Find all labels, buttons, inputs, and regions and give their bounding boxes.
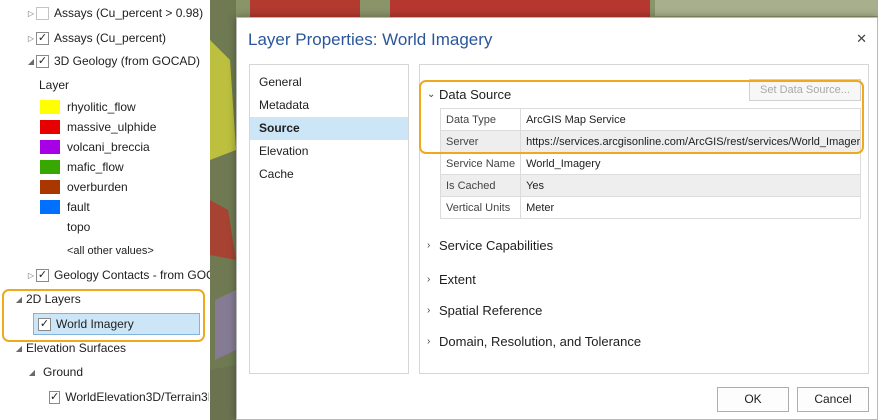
close-icon[interactable]: ✕ <box>856 31 867 47</box>
visibility-checkbox[interactable] <box>36 6 49 20</box>
legend-swatch <box>40 200 60 214</box>
legend-label: overburden <box>67 180 128 194</box>
layer-properties-dialog: Layer Properties: World Imagery ✕ Genera… <box>236 17 878 420</box>
highlight-callout <box>2 289 205 342</box>
layer-label: 3D Geology (from GOCAD) <box>54 54 201 68</box>
legend-label: fault <box>67 200 90 214</box>
table-row: Is Cached Yes <box>439 174 862 197</box>
layer-assays-cu[interactable]: ▷ ✓ Assays (Cu_percent) <box>26 27 166 49</box>
collapse-arrow-icon[interactable]: ◢ <box>14 344 24 353</box>
cancel-button[interactable]: Cancel <box>797 387 869 412</box>
legend-item: rhyolitic_flow <box>40 96 136 118</box>
layer-label: WorldElevation3D/Terrain3D <box>65 390 209 404</box>
layer-assays-cu-gt-0-98[interactable]: ▷ Assays (Cu_percent > 0.98) <box>26 2 203 24</box>
chevron-right-icon: › <box>427 305 431 316</box>
legend-label: massive_ulphide <box>67 120 157 134</box>
legend-item: mafic_flow <box>40 156 124 178</box>
property-key: Is Cached <box>439 174 522 197</box>
contents-pane: ▷ Assays (Cu_percent > 0.98) ▷ ✓ Assays … <box>0 0 210 420</box>
dialog-title: Layer Properties: World Imagery <box>248 30 493 49</box>
property-key: Vertical Units <box>439 196 522 219</box>
layer-world-elevation[interactable]: ✓ WorldElevation3D/Terrain3D <box>49 386 209 408</box>
collapse-arrow-icon[interactable]: ◢ <box>26 57 36 66</box>
group-label: Elevation Surfaces <box>26 341 127 355</box>
property-key: Service Name <box>439 152 522 175</box>
group-label: Ground <box>43 365 84 379</box>
chevron-right-icon: › <box>427 274 431 285</box>
property-value: World_Imagery <box>520 152 862 175</box>
nav-general[interactable]: General <box>250 71 408 94</box>
legend-swatch <box>40 100 60 114</box>
legend-item: <all other values> <box>67 240 154 262</box>
ok-button[interactable]: OK <box>717 387 789 412</box>
highlight-callout <box>419 80 864 154</box>
legend-label: <all other values> <box>67 245 154 257</box>
legend-label: rhyolitic_flow <box>67 100 136 114</box>
section-domain-resolution-tolerance[interactable]: › Domain, Resolution, and Tolerance <box>427 334 641 349</box>
property-value: Meter <box>520 196 862 219</box>
section-label: Extent <box>439 272 476 287</box>
layer-geology-contacts[interactable]: ▷ ✓ Geology Contacts - from GOCAD <box>26 264 210 286</box>
legend-item: massive_ulphide <box>40 116 156 138</box>
legend-swatch <box>40 120 60 134</box>
section-service-capabilities[interactable]: › Service Capabilities <box>427 238 553 253</box>
section-label: Service Capabilities <box>439 238 554 253</box>
legend-item: topo <box>67 216 90 238</box>
section-extent[interactable]: › Extent <box>427 272 476 287</box>
nav-cache[interactable]: Cache <box>250 163 408 186</box>
legend-item: fault <box>40 196 90 218</box>
section-spatial-reference[interactable]: › Spatial Reference <box>427 303 542 318</box>
visibility-checkbox[interactable]: ✓ <box>36 31 49 45</box>
expand-arrow-icon[interactable]: ▷ <box>26 9 36 18</box>
collapse-arrow-icon[interactable]: ◢ <box>27 368 37 377</box>
legend-label: topo <box>67 220 91 234</box>
legend-item: overburden <box>40 176 128 198</box>
expand-arrow-icon[interactable]: ▷ <box>26 271 36 280</box>
section-label: Domain, Resolution, and Tolerance <box>439 334 642 349</box>
visibility-checkbox[interactable]: ✓ <box>49 390 61 404</box>
nav-elevation[interactable]: Elevation <box>250 140 408 163</box>
property-value: Yes <box>520 174 862 197</box>
nav-source[interactable]: Source <box>250 117 408 140</box>
layer-label: Geology Contacts - from GOCAD <box>54 268 210 282</box>
legend-header-label: Layer <box>39 78 70 92</box>
expand-arrow-icon[interactable]: ▷ <box>26 34 36 43</box>
legend-swatch <box>40 140 60 154</box>
group-ground[interactable]: ◢ Ground <box>27 361 83 383</box>
layer-label: Assays (Cu_percent > 0.98) <box>54 6 204 20</box>
table-row: Vertical Units Meter <box>439 196 862 219</box>
table-row: Service Name World_Imagery <box>439 152 862 175</box>
layer-label: Assays (Cu_percent) <box>54 31 167 45</box>
legend-item: volcani_breccia <box>40 136 150 158</box>
chevron-right-icon: › <box>427 240 431 251</box>
legend-label: mafic_flow <box>67 160 124 174</box>
nav-metadata[interactable]: Metadata <box>250 94 408 117</box>
section-label: Spatial Reference <box>439 303 543 318</box>
legend-header: Layer <box>39 74 69 96</box>
properties-nav: General Metadata Source Elevation Cache <box>249 64 409 374</box>
legend-label: volcani_breccia <box>67 140 150 154</box>
legend-swatch <box>40 180 60 194</box>
legend-swatch <box>40 160 60 174</box>
visibility-checkbox[interactable]: ✓ <box>36 268 49 282</box>
layer-3d-geology[interactable]: ◢ ✓ 3D Geology (from GOCAD) <box>26 50 200 72</box>
visibility-checkbox[interactable]: ✓ <box>36 54 49 68</box>
chevron-right-icon: › <box>427 336 431 347</box>
